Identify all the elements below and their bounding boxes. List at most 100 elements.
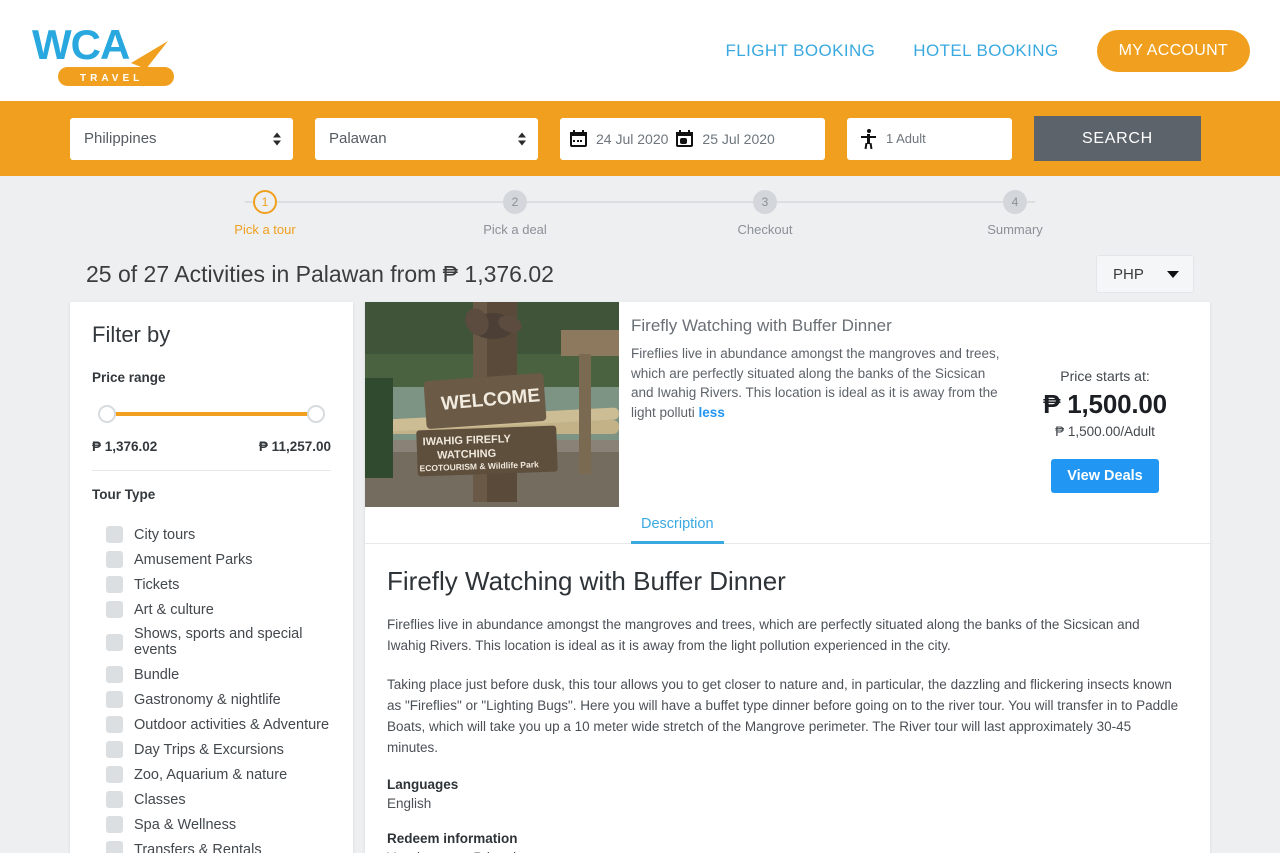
checkout-date[interactable]: 25 Jul 2020: [676, 130, 775, 147]
filter-option-label: Bundle: [134, 666, 180, 683]
redeem-information-block: Redeem information Voucher type: Printed…: [387, 831, 1180, 853]
filter-option-spa-wellness[interactable]: Spa & Wellness: [92, 812, 331, 837]
checkbox-icon[interactable]: [106, 716, 123, 733]
checkbox-icon[interactable]: [106, 601, 123, 618]
step-checkout[interactable]: 3 Checkout: [640, 190, 890, 237]
step-pick-a-deal[interactable]: 2 Pick a deal: [390, 190, 640, 237]
read-less-link[interactable]: less: [699, 405, 725, 420]
country-select[interactable]: Philippines: [70, 117, 293, 160]
slider-handle-min[interactable]: [98, 405, 116, 423]
nav-flight-booking[interactable]: FLIGHT BOOKING: [725, 41, 875, 61]
card-title: Firefly Watching with Buffer Dinner: [631, 316, 892, 335]
filter-option-tickets[interactable]: Tickets: [92, 572, 331, 597]
checkbox-icon[interactable]: [106, 691, 123, 708]
voucher-type-row: Voucher type: Printed: [387, 848, 1180, 853]
checkbox-icon[interactable]: [106, 666, 123, 683]
step-label: Pick a tour: [234, 222, 296, 237]
filter-option-label: Shows, sports and special events: [134, 626, 303, 658]
detail-paragraph-2: Taking place just before dusk, this tour…: [387, 676, 1179, 755]
filter-title: Filter by: [92, 322, 171, 347]
filter-option-gastronomy-nightlife[interactable]: Gastronomy & nightlife: [92, 687, 331, 712]
currency-select[interactable]: PHP: [1096, 255, 1194, 293]
search-bar: Philippines Palawan 24 Jul 2020 25 Jul 2…: [0, 101, 1280, 176]
checkbox-icon[interactable]: [106, 816, 123, 833]
checkbox-icon[interactable]: [106, 791, 123, 808]
tour-type-list: City tours Amusement Parks Tickets Art &…: [92, 522, 331, 853]
card-price-block: Price starts at: ₱ 1,500.00 ₱ 1,500.00/A…: [1018, 316, 1192, 507]
country-value: Philippines: [84, 130, 157, 147]
filter-option-zoo-aquarium[interactable]: Zoo, Aquarium & nature: [92, 762, 331, 787]
nav-hotel-booking[interactable]: HOTEL BOOKING: [913, 41, 1058, 61]
filter-option-city-tours[interactable]: City tours: [92, 522, 331, 547]
tour-thumbnail[interactable]: WELCOME IWAHIG FIREFLY WATCHING ECOTOURI…: [365, 302, 619, 507]
currency-value: PHP: [1113, 265, 1144, 283]
checkbox-icon[interactable]: [106, 551, 123, 568]
main-content: Filter by Price range ₱ 1,376.02 ₱ 11,25…: [70, 302, 1210, 853]
filter-option-amusement-parks[interactable]: Amusement Parks: [92, 547, 331, 572]
calendar-icon: [570, 130, 587, 147]
filter-option-label: Transfers & Rentals: [134, 841, 262, 853]
filter-option-day-trips[interactable]: Day Trips & Excursions: [92, 737, 331, 762]
step-number: 2: [503, 190, 527, 214]
checkbox-icon[interactable]: [106, 526, 123, 543]
redeem-title: Redeem information: [387, 831, 518, 847]
filter-option-label: Spa & Wellness: [134, 816, 237, 833]
my-account-button[interactable]: MY ACCOUNT: [1096, 30, 1250, 72]
filter-option-bundle[interactable]: Bundle: [92, 662, 331, 687]
filter-option-classes[interactable]: Classes: [92, 787, 331, 812]
slider-handle-max[interactable]: [307, 405, 325, 423]
passengers-value: 1 Adult: [886, 131, 926, 146]
checkbox-icon[interactable]: [106, 841, 123, 853]
tour-detail-panel: Firefly Watching with Buffer Dinner Fire…: [365, 544, 1210, 853]
filter-option-label: Tickets: [134, 576, 180, 593]
slider-fill: [106, 412, 317, 416]
region-value: Palawan: [329, 130, 387, 147]
step-number: 4: [1003, 190, 1027, 214]
step-label: Pick a deal: [483, 222, 547, 237]
filter-option-label: Amusement Parks: [134, 551, 253, 568]
filter-option-transfers-rentals[interactable]: Transfers & Rentals: [92, 837, 331, 853]
view-deals-button[interactable]: View Deals: [1051, 459, 1159, 493]
step-summary[interactable]: 4 Summary: [890, 190, 1140, 237]
chevron-down-icon: [1167, 270, 1179, 278]
filter-option-shows-sports[interactable]: Shows, sports and special events: [92, 622, 331, 662]
region-select[interactable]: Palawan: [315, 117, 538, 160]
checkbox-icon[interactable]: [106, 766, 123, 783]
checkin-date[interactable]: 24 Jul 2020: [570, 130, 668, 147]
filter-sidebar: Filter by Price range ₱ 1,376.02 ₱ 11,25…: [70, 302, 353, 853]
tour-result-card: WELCOME IWAHIG FIREFLY WATCHING ECOTOURI…: [365, 302, 1210, 853]
card-tabs: Description: [365, 507, 1210, 544]
checkbox-icon[interactable]: [106, 741, 123, 758]
filter-option-label: Outdoor activities & Adventure: [134, 716, 330, 733]
card-summary: Fireflies live in abundance amongst the …: [631, 344, 1008, 422]
svg-text:WATCHING: WATCHING: [437, 448, 496, 462]
site-header: WCA TRAVEL FLIGHT BOOKING HOTEL BOOKING …: [0, 0, 1280, 101]
step-pick-a-tour[interactable]: 1 Pick a tour: [140, 190, 390, 237]
detail-heading: Firefly Watching with Buffer Dinner: [387, 566, 786, 596]
languages-value: English: [387, 795, 432, 811]
filter-option-outdoor-activities[interactable]: Outdoor activities & Adventure: [92, 712, 331, 737]
checkin-date-value: 24 Jul 2020: [596, 130, 669, 147]
wca-travel-logo[interactable]: WCA TRAVEL: [30, 15, 180, 87]
languages-block: Languages English: [387, 777, 1180, 814]
price-range-values: ₱ 1,376.02 ₱ 11,257.00: [92, 435, 331, 471]
languages-title: Languages: [387, 776, 459, 792]
main-nav: FLIGHT BOOKING HOTEL BOOKING MY ACCOUNT: [725, 30, 1250, 72]
price-lead-label: Price starts at:: [1060, 368, 1150, 384]
filter-option-label: Day Trips & Excursions: [134, 741, 284, 758]
price-range-slider[interactable]: [98, 405, 325, 423]
checkbox-icon[interactable]: [106, 633, 123, 651]
tab-description[interactable]: Description: [631, 507, 724, 544]
search-button[interactable]: SEARCH: [1034, 116, 1201, 161]
step-number: 1: [253, 190, 277, 214]
results-header: 25 of 27 Activities in Palawan from ₱ 1,…: [70, 246, 1210, 302]
date-range-field[interactable]: 24 Jul 2020 25 Jul 2020: [560, 117, 825, 160]
filter-option-label: Gastronomy & nightlife: [134, 691, 281, 708]
filter-option-label: City tours: [134, 526, 196, 543]
step-label: Checkout: [737, 222, 793, 237]
checkbox-icon[interactable]: [106, 576, 123, 593]
filter-option-art-culture[interactable]: Art & culture: [92, 597, 331, 622]
passengers-field[interactable]: 1 Adult: [847, 117, 1012, 160]
updown-arrows-icon: [518, 132, 526, 145]
step-number: 3: [753, 190, 777, 214]
